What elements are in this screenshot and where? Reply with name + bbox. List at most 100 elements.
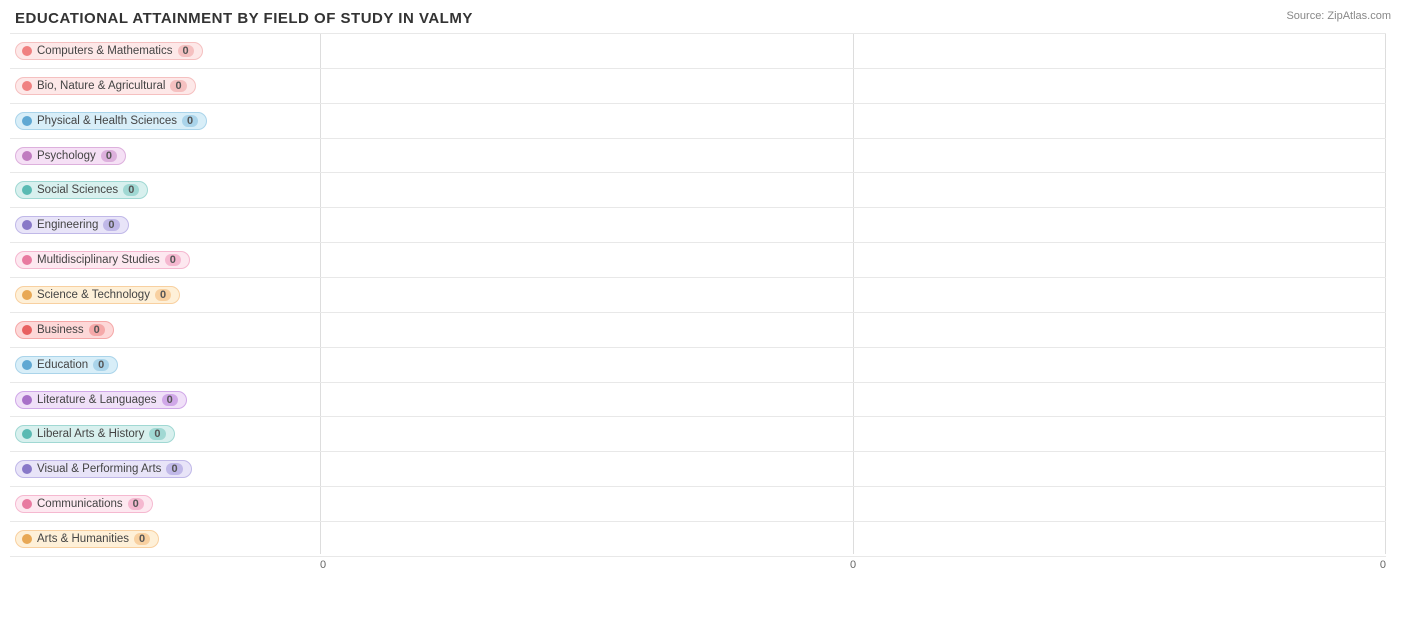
dot-icon	[22, 151, 32, 161]
x-tick-4	[960, 559, 1173, 579]
bar-area	[320, 173, 1386, 207]
dot-icon	[22, 255, 32, 265]
bar-row: Science & Technology 0	[10, 278, 1386, 313]
label-pill: Communications 0	[15, 495, 153, 513]
label-area: Bio, Nature & Agricultural 0	[10, 74, 320, 98]
value-badge: 0	[89, 324, 105, 336]
dot-icon	[22, 185, 32, 195]
label-area: Liberal Arts & History 0	[10, 422, 320, 446]
dot-icon	[22, 499, 32, 509]
x-tick-5: 0	[1173, 559, 1386, 579]
label-area: Arts & Humanities 0	[10, 527, 320, 551]
bar-label: Science & Technology	[37, 289, 150, 301]
dot-icon	[22, 429, 32, 439]
bar-label: Visual & Performing Arts	[37, 463, 161, 475]
bar-label: Business	[37, 324, 84, 336]
bar-label: Physical & Health Sciences	[37, 115, 177, 127]
bar-row: Social Sciences 0	[10, 173, 1386, 208]
bar-row: Education 0	[10, 348, 1386, 383]
bar-row: Arts & Humanities 0	[10, 522, 1386, 557]
label-pill: Psychology 0	[15, 147, 126, 165]
dot-icon	[22, 395, 32, 405]
bar-row: Multidisciplinary Studies 0	[10, 243, 1386, 278]
label-pill: Arts & Humanities 0	[15, 530, 159, 548]
value-badge: 0	[155, 289, 171, 301]
value-badge: 0	[123, 184, 139, 196]
label-pill: Science & Technology 0	[15, 286, 180, 304]
value-badge: 0	[128, 498, 144, 510]
label-pill: Computers & Mathematics 0	[15, 42, 203, 60]
bar-area	[320, 313, 1386, 347]
label-area: Social Sciences 0	[10, 178, 320, 202]
value-badge: 0	[170, 80, 186, 92]
value-badge: 0	[182, 115, 198, 127]
value-badge: 0	[149, 428, 165, 440]
label-area: Literature & Languages 0	[10, 388, 320, 412]
dot-icon	[22, 464, 32, 474]
value-badge: 0	[165, 254, 181, 266]
label-area: Visual & Performing Arts 0	[10, 457, 320, 481]
rows-container: Computers & Mathematics 0 Bio, Nature & …	[10, 33, 1386, 557]
bar-area	[320, 487, 1386, 521]
chart-container: EDUCATIONAL ATTAINMENT BY FIELD OF STUDY…	[0, 0, 1406, 631]
bar-area	[320, 139, 1386, 173]
bar-row: Bio, Nature & Agricultural 0	[10, 69, 1386, 104]
bar-label: Psychology	[37, 150, 96, 162]
bar-row: Literature & Languages 0	[10, 383, 1386, 418]
dot-icon	[22, 325, 32, 335]
value-badge: 0	[178, 45, 194, 57]
bar-label: Social Sciences	[37, 184, 118, 196]
bar-row: Business 0	[10, 313, 1386, 348]
bar-area	[320, 348, 1386, 382]
dot-icon	[22, 81, 32, 91]
chart-source: Source: ZipAtlas.com	[1286, 10, 1391, 22]
label-pill: Engineering 0	[15, 216, 129, 234]
label-pill: Visual & Performing Arts 0	[15, 460, 192, 478]
bar-row: Visual & Performing Arts 0	[10, 452, 1386, 487]
bar-row: Engineering 0	[10, 208, 1386, 243]
bar-label: Education	[37, 359, 88, 371]
label-area: Psychology 0	[10, 144, 320, 168]
label-area: Education 0	[10, 353, 320, 377]
value-badge: 0	[134, 533, 150, 545]
bar-area	[320, 69, 1386, 103]
label-pill: Literature & Languages 0	[15, 391, 187, 409]
x-tick-1: 0	[320, 559, 533, 579]
label-area: Communications 0	[10, 492, 320, 516]
label-pill: Bio, Nature & Agricultural 0	[15, 77, 196, 95]
bar-row: Communications 0	[10, 487, 1386, 522]
label-area: Engineering 0	[10, 213, 320, 237]
bar-label: Liberal Arts & History	[37, 428, 144, 440]
bar-label: Engineering	[37, 219, 98, 231]
value-badge: 0	[166, 463, 182, 475]
bar-area	[320, 208, 1386, 242]
chart-area: Computers & Mathematics 0 Bio, Nature & …	[10, 33, 1386, 579]
bar-area	[320, 383, 1386, 417]
bar-label: Multidisciplinary Studies	[37, 254, 160, 266]
chart-title: EDUCATIONAL ATTAINMENT BY FIELD OF STUDY…	[10, 10, 1386, 27]
label-area: Business 0	[10, 318, 320, 342]
dot-icon	[22, 290, 32, 300]
bar-area	[320, 452, 1386, 486]
bar-label: Arts & Humanities	[37, 533, 129, 545]
x-tick-2	[533, 559, 746, 579]
bar-row: Computers & Mathematics 0	[10, 33, 1386, 69]
value-badge: 0	[103, 219, 119, 231]
bar-label: Bio, Nature & Agricultural	[37, 80, 165, 92]
value-badge: 0	[101, 150, 117, 162]
bar-area	[320, 34, 1386, 68]
bar-row: Psychology 0	[10, 139, 1386, 174]
bar-area	[320, 278, 1386, 312]
bar-row: Liberal Arts & History 0	[10, 417, 1386, 452]
value-badge: 0	[93, 359, 109, 371]
label-pill: Education 0	[15, 356, 118, 374]
label-pill: Liberal Arts & History 0	[15, 425, 175, 443]
bar-label: Communications	[37, 498, 123, 510]
bar-area	[320, 522, 1386, 556]
label-area: Physical & Health Sciences 0	[10, 109, 320, 133]
x-axis: 0 0 0	[320, 559, 1386, 579]
bar-label: Literature & Languages	[37, 394, 157, 406]
label-area: Computers & Mathematics 0	[10, 39, 320, 63]
bar-label: Computers & Mathematics	[37, 45, 173, 57]
label-pill: Social Sciences 0	[15, 181, 148, 199]
